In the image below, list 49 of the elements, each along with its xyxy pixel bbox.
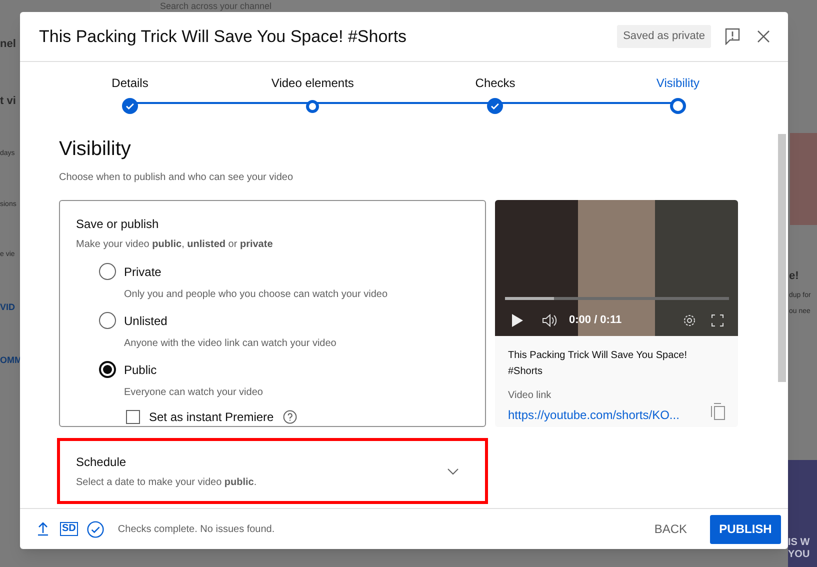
schedule-title: Schedule xyxy=(76,454,126,470)
check-circle-icon[interactable] xyxy=(86,520,104,538)
step-label[interactable]: Checks xyxy=(475,74,516,92)
video-link-label: Video link xyxy=(508,389,552,403)
radio-description: Only you and people who you choose can watch your video xyxy=(124,288,388,302)
upload-icon[interactable] xyxy=(37,522,49,536)
banner-text: IS W xyxy=(788,537,811,549)
video-link[interactable]: https://youtube.com/shorts/KO... xyxy=(508,406,680,424)
background-text: e! xyxy=(789,269,800,284)
video-title: This Packing Trick Will Save You Space! #Shorts xyxy=(508,349,688,379)
radio-button[interactable] xyxy=(99,361,116,378)
publish-button[interactable]: PUBLISH xyxy=(710,514,781,544)
copy-icon[interactable] xyxy=(711,403,725,420)
radio-description: Anyone with the video link can watch your video xyxy=(124,337,336,351)
checkbox-label[interactable]: Set as instant Premiere xyxy=(149,408,274,426)
save-status-badge: Saved as private xyxy=(617,25,711,48)
dialog-title: This Packing Trick Will Save You Space! #Shorts xyxy=(39,26,408,48)
checks-status: Checks complete. No issues found. xyxy=(118,522,276,536)
radio-button[interactable] xyxy=(99,312,116,329)
card-title: Save or publish xyxy=(76,216,159,233)
radio-label[interactable]: Private xyxy=(124,263,162,281)
radio-button[interactable] xyxy=(99,263,116,280)
close-icon[interactable] xyxy=(757,30,770,43)
background-text: t vi xyxy=(0,94,17,108)
play-icon[interactable] xyxy=(512,314,523,327)
step-label[interactable]: Video elements xyxy=(271,74,354,92)
volume-icon[interactable] xyxy=(542,314,557,327)
radio-label[interactable]: Unlisted xyxy=(124,312,168,330)
back-button[interactable]: BACK xyxy=(644,513,697,545)
schedule-subtitle: Select a date to make your video public. xyxy=(76,476,257,490)
radio-label[interactable]: Public xyxy=(124,361,157,379)
checkbox[interactable] xyxy=(126,410,140,424)
settings-icon[interactable] xyxy=(683,314,696,327)
section-heading: Visibility xyxy=(59,137,131,162)
scrollbar[interactable] xyxy=(778,134,786,382)
help-icon[interactable] xyxy=(282,410,297,424)
step-label[interactable]: Details xyxy=(112,74,148,92)
card-subtitle: Make your video public, unlisted or private xyxy=(76,238,273,252)
step-label[interactable]: Visibility xyxy=(656,74,700,92)
background-text: nel xyxy=(0,37,17,52)
radio-description: Everyone can watch your video xyxy=(124,386,263,400)
sd-quality-icon[interactable]: SD xyxy=(60,522,78,536)
chevron-icon xyxy=(447,468,459,474)
feedback-icon[interactable] xyxy=(725,28,740,45)
fullscreen-icon[interactable] xyxy=(711,314,724,327)
schedule-panel[interactable]: Schedule Select a date to make your video public. xyxy=(57,438,488,504)
background-text: VID xyxy=(0,300,16,314)
section-subheading: Choose when to publish and who can see your video xyxy=(59,171,294,185)
banner-text: YOU xyxy=(788,549,811,561)
